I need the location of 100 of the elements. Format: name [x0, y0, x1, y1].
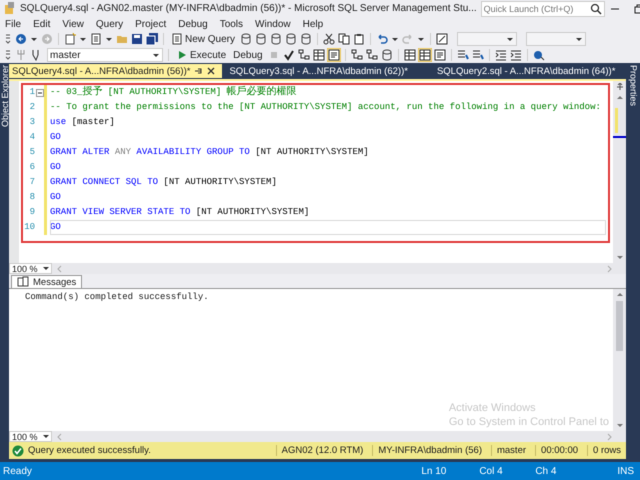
- split-icon[interactable]: [616, 83, 624, 91]
- line-number: 2: [28, 101, 35, 114]
- document-tab[interactable]: SQLQuery3.sql - A...NFRA\dbadmin (62))*: [226, 64, 414, 78]
- menu-item[interactable]: Window: [255, 18, 291, 30]
- menu-item[interactable]: Query: [96, 18, 124, 30]
- copy-icon[interactable]: [338, 33, 350, 45]
- line-number: 7: [28, 176, 35, 189]
- side-panel-tab[interactable]: Properties: [628, 65, 638, 106]
- undo-icon[interactable]: [376, 33, 388, 45]
- magnifier-icon[interactable]: [532, 49, 545, 61]
- database-dropdown[interactable]: master: [47, 48, 163, 62]
- code-line: use [master]: [50, 116, 116, 129]
- close-icon[interactable]: [206, 66, 216, 76]
- debug-button[interactable]: Debug: [231, 48, 265, 62]
- grid-icon[interactable]: [312, 49, 325, 61]
- tree-icon[interactable]: [366, 49, 378, 61]
- grip-icon: [4, 49, 12, 61]
- status-text: Ready: [3, 466, 32, 476]
- code-line: GO: [50, 131, 62, 144]
- scroll-thumb[interactable]: [616, 301, 623, 351]
- window-title: SQLQuery4.sql - AGN02.master (MY-INFRA\dbadmin (56))* - Microsoft SQL Server Management Stu...: [20, 3, 477, 14]
- line-number: 1: [28, 86, 35, 99]
- line-number: 8: [28, 191, 35, 204]
- database-icon[interactable]: [285, 33, 298, 45]
- save-all-icon[interactable]: [146, 33, 158, 45]
- window-icon[interactable]: [436, 33, 448, 45]
- text-icon[interactable]: [434, 49, 446, 61]
- scroll-up-icon[interactable]: [616, 94, 624, 101]
- code-line: -- To grant the permissions to the [NT AUTHORITY\SYSTEM] account, run the following in a query window:: [50, 101, 602, 114]
- menu-item[interactable]: Edit: [33, 18, 50, 30]
- document-icon[interactable]: [90, 33, 102, 45]
- tree-icon[interactable]: [298, 49, 310, 61]
- caret-icon[interactable]: [417, 36, 426, 42]
- caret-icon[interactable]: [391, 36, 400, 42]
- database-icon[interactable]: [255, 33, 268, 45]
- database-icon[interactable]: [240, 33, 252, 45]
- database-icon[interactable]: [380, 49, 393, 61]
- line-number: 10: [23, 221, 35, 234]
- document-icon: [171, 33, 183, 45]
- caret-marker: [613, 136, 626, 138]
- save-icon[interactable]: [131, 33, 143, 45]
- change-marker: [615, 108, 618, 133]
- collapse-icon[interactable]: [36, 88, 44, 96]
- code-line: GRANT CONNECT SQL TO [NT AUTHORITY\SYSTEM]: [50, 176, 278, 189]
- caret-icon[interactable]: [79, 36, 87, 42]
- zoom-dropdown[interactable]: 100 %: [9, 431, 52, 442]
- menu-item[interactable]: Project: [135, 18, 166, 30]
- messages-icon: [17, 276, 29, 288]
- database-icon[interactable]: [300, 33, 312, 45]
- app-icon: [4, 2, 16, 15]
- scroll-down-icon[interactable]: [616, 254, 624, 261]
- message-text: Command(s) completed successfully.: [25, 292, 210, 302]
- menu-item[interactable]: Debug: [178, 18, 208, 30]
- status-field: AGN02 (12.0 RTM): [276, 445, 368, 456]
- status-text: INS: [617, 466, 634, 476]
- menu-item[interactable]: Help: [302, 18, 324, 30]
- comment-icon[interactable]: [456, 49, 469, 61]
- vertical-scrollbar[interactable]: [613, 81, 626, 263]
- messages-tab[interactable]: Messages: [11, 275, 82, 288]
- line-number: 6: [28, 161, 35, 174]
- pin-icon[interactable]: [193, 66, 204, 76]
- scroll-up-icon[interactable]: [616, 291, 624, 298]
- code-line: GO: [50, 161, 62, 174]
- search-icon: [590, 2, 602, 14]
- checkmark-icon[interactable]: [282, 49, 295, 61]
- caret-icon[interactable]: [105, 36, 113, 42]
- caret-icon: [42, 265, 50, 272]
- play-icon: [176, 49, 188, 61]
- grid-icon[interactable]: [404, 49, 416, 61]
- indent-icon[interactable]: [494, 49, 507, 61]
- line-number: 9: [28, 206, 35, 219]
- grid-icon[interactable]: [418, 49, 431, 61]
- side-panel-tab[interactable]: Object Explorer: [0, 65, 10, 128]
- vertical-scrollbar[interactable]: [613, 289, 626, 431]
- database-icon[interactable]: [270, 33, 282, 45]
- line-number: 5: [28, 146, 35, 159]
- new-item-icon[interactable]: [64, 33, 76, 45]
- status-text: Col 4: [479, 466, 504, 476]
- execute-button[interactable]: Execute: [174, 48, 228, 62]
- status-text: Ch 4: [535, 466, 558, 476]
- document-tab[interactable]: SQLQuery4.sql - A...NFRA\dbadmin (56))*: [9, 64, 222, 78]
- code-line: GO: [50, 191, 62, 204]
- back-icon[interactable]: [15, 33, 27, 45]
- menu-item[interactable]: View: [62, 18, 84, 30]
- caret-icon: [575, 36, 584, 42]
- tree-icon[interactable]: [350, 49, 363, 61]
- new-query-button[interactable]: New Query: [169, 32, 238, 46]
- paste-icon[interactable]: [353, 33, 366, 45]
- document-tab[interactable]: SQLQuery2.sql - A...NFRA\dbadmin (64))*: [434, 64, 622, 78]
- cut-icon[interactable]: [323, 33, 336, 45]
- indent-icon[interactable]: [510, 49, 522, 61]
- scroll-down-icon[interactable]: [616, 422, 624, 429]
- menu-item[interactable]: File: [5, 18, 22, 30]
- text-icon[interactable]: [328, 49, 340, 61]
- menu-item[interactable]: Tools: [220, 18, 244, 30]
- zoom-dropdown[interactable]: 100 %: [9, 263, 52, 274]
- search-field[interactable]: Quick Launch (Ctrl+Q): [480, 0, 605, 16]
- comment-icon[interactable]: [472, 49, 484, 61]
- status-field: 0 rows: [587, 445, 626, 456]
- caret-icon[interactable]: [30, 36, 38, 42]
